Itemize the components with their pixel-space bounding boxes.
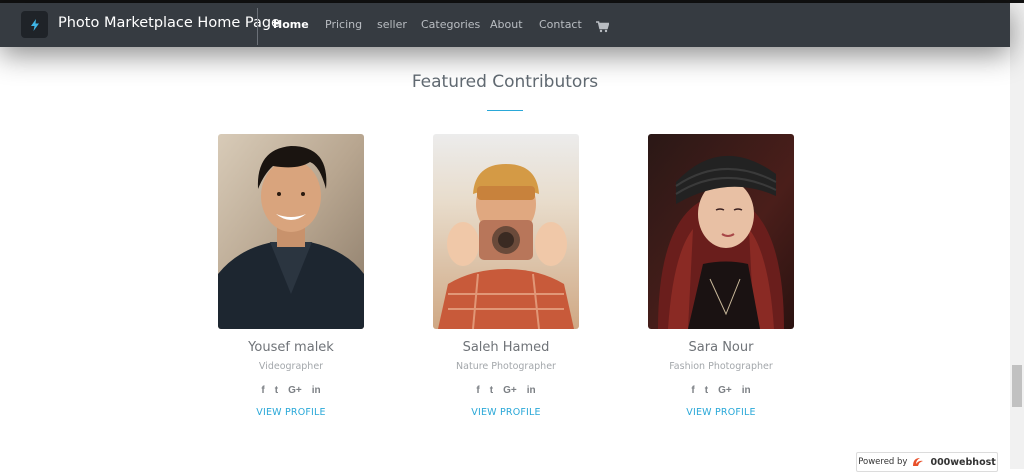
contributor-name: Saleh Hamed <box>462 340 550 355</box>
twitter-icon[interactable]: t <box>705 385 708 396</box>
contributor-role: Videographer <box>258 361 324 372</box>
contributor-name: Sara Nour <box>688 340 754 355</box>
lightning-logo-icon[interactable] <box>21 11 48 38</box>
powered-by-label: Powered by <box>858 457 908 467</box>
nav-seller[interactable]: seller <box>377 18 407 31</box>
webhost-name: 000webhost <box>930 456 996 468</box>
nav-categories[interactable]: Categories <box>421 18 480 31</box>
linkedin-icon[interactable]: in <box>527 385 536 396</box>
linkedin-icon[interactable]: in <box>742 385 751 396</box>
view-profile-link[interactable]: VIEW PROFILE <box>191 407 391 418</box>
powered-by-badge[interactable]: Powered by 000webhost <box>856 452 998 472</box>
nav-divider <box>257 8 258 45</box>
scrollbar-thumb[interactable] <box>1012 365 1022 407</box>
contributor-role: Fashion Photographer <box>669 361 773 372</box>
brand-title[interactable]: Photo Marketplace Home Page <box>58 15 280 31</box>
facebook-icon[interactable]: f <box>261 385 264 396</box>
title-underline <box>487 110 523 111</box>
contributor-photo[interactable] <box>433 134 579 329</box>
nav-about[interactable]: About <box>490 18 523 31</box>
view-profile-link[interactable]: VIEW PROFILE <box>621 407 821 418</box>
twitter-icon[interactable]: t <box>275 385 278 396</box>
social-links: f t G+ in <box>191 378 391 397</box>
webhost-logo-icon <box>913 458 924 466</box>
vertical-scrollbar[interactable] <box>1010 3 1024 469</box>
social-links: f t G+ in <box>621 378 821 397</box>
contributor-photo[interactable] <box>648 134 794 329</box>
section-title: Featured Contributors <box>411 72 599 92</box>
nav-pricing[interactable]: Pricing <box>325 18 362 31</box>
facebook-icon[interactable]: f <box>691 385 694 396</box>
google-plus-icon[interactable]: G+ <box>288 385 302 396</box>
facebook-icon[interactable]: f <box>476 385 479 396</box>
social-links: f t G+ in <box>406 378 606 397</box>
contributor-photo[interactable] <box>218 134 364 329</box>
nav-home[interactable]: Home <box>273 18 309 31</box>
view-profile-link[interactable]: VIEW PROFILE <box>406 407 606 418</box>
contributor-role: Nature Photographer <box>456 361 556 372</box>
linkedin-icon[interactable]: in <box>312 385 321 396</box>
nav-contact[interactable]: Contact <box>539 18 582 31</box>
twitter-icon[interactable]: t <box>490 385 493 396</box>
shopping-cart-icon[interactable] <box>596 18 610 37</box>
navbar: Photo Marketplace Home Page Home Pricing… <box>0 3 1010 47</box>
contributor-name: Yousef malek <box>248 340 334 355</box>
google-plus-icon[interactable]: G+ <box>718 385 732 396</box>
google-plus-icon[interactable]: G+ <box>503 385 517 396</box>
